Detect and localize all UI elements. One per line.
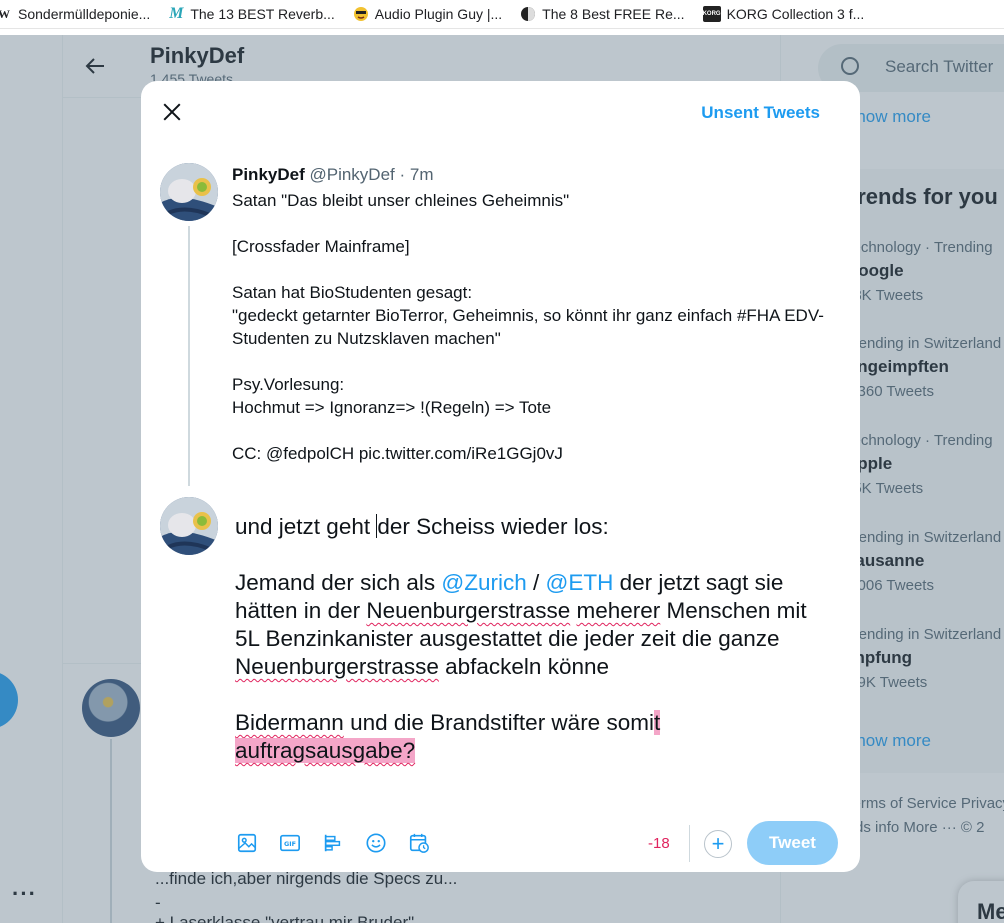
tweet-line: CC: @fedpolCH pic.twitter.com/iRe1GGj0vJ (232, 444, 563, 463)
korg-icon: KORG (702, 6, 721, 22)
svg-text:GIF: GIF (284, 840, 296, 848)
bookmark-item[interactable]: M The 13 BEST Reverb... (168, 5, 335, 22)
tweet-header: PinkyDef @PinkyDef · 7m (232, 165, 434, 185)
compose-text: / (526, 570, 546, 595)
author-handle[interactable]: @PinkyDef (309, 165, 394, 184)
over-limit-text: auftragsausgabe? (235, 738, 416, 763)
bookmark-label: The 8 Best FREE Re... (542, 6, 685, 22)
bookmark-item[interactable]: W Sondermülldeponie... (0, 6, 150, 22)
tweet-line (232, 350, 832, 373)
character-counter: -18 (648, 835, 670, 852)
bookmark-item[interactable]: The 8 Best FREE Re... (520, 6, 685, 22)
tweet-line: Satan hat BioStudenten gesagt: (232, 283, 473, 302)
bookmarks-bar: W Sondermülldeponie... M The 13 BEST Rev… (0, 0, 1004, 29)
over-limit-text: t (653, 710, 661, 735)
compose-dialog: Unsent Tweets PinkyDef @PinkyDef · 7m Sa… (141, 81, 860, 872)
emoji-icon[interactable] (364, 831, 388, 855)
tweet-line (232, 258, 832, 281)
plugin-guy-icon (353, 6, 369, 22)
compose-paragraph: Jemand der sich als @Zurich / @ETH der j… (235, 569, 825, 681)
poll-icon[interactable] (321, 831, 345, 855)
thread-line (188, 226, 190, 486)
m-logo-icon: M (169, 5, 184, 22)
divider (689, 825, 690, 862)
compose-text: Jemand der sich als (235, 570, 442, 595)
compose-blank-line (235, 681, 825, 709)
mention-link[interactable]: @ETH (545, 570, 613, 595)
schedule-icon[interactable] (407, 831, 431, 855)
circle-icon (520, 6, 536, 22)
tweet-text: Satan "Das bleibt unser chleines Geheimn… (232, 189, 832, 465)
compose-paragraph: Bidermann und die Brandstifter wäre somi… (235, 709, 825, 765)
compose-text: der Scheiss wieder los: (377, 514, 609, 539)
tweet-time: · 7m (399, 165, 434, 184)
bookmark-item[interactable]: KORG KORG Collection 3 f... (702, 6, 865, 22)
bookmark-label: KORG Collection 3 f... (726, 6, 865, 22)
compose-blank-line (235, 541, 825, 569)
author-name[interactable]: PinkyDef (232, 165, 305, 184)
avatar[interactable] (160, 497, 218, 555)
bookmark-item[interactable]: Audio Plugin Guy |... (353, 6, 502, 22)
mention-link[interactable]: @Zurich (441, 570, 526, 595)
compose-text: abfackeln könne (438, 654, 609, 679)
gif-icon[interactable]: GIF (278, 831, 302, 855)
tweet-compose-textarea[interactable]: und jetzt geht der Scheiss wieder los: J… (235, 513, 825, 765)
compose-line: und jetzt geht der Scheiss wieder los: (235, 513, 825, 541)
compose-toolbar: GIF -18 + Tweet (233, 821, 838, 865)
misspelled-word: Neuenburgerstrasse (366, 598, 571, 623)
image-icon[interactable] (235, 831, 259, 855)
wikipedia-icon: W (0, 6, 12, 22)
bookmark-label: The 13 BEST Reverb... (190, 6, 335, 22)
unsent-tweets-button[interactable]: Unsent Tweets (701, 103, 820, 123)
tweet-line: Hochmut => Ignoranz=> !(Regeln) => Tote (232, 398, 552, 417)
close-icon[interactable] (159, 99, 185, 125)
tweet-button[interactable]: Tweet (747, 821, 838, 865)
avatar[interactable] (160, 163, 218, 221)
misspelled-word: meherer (576, 598, 661, 623)
misspelled-word: Bidermann (235, 710, 344, 735)
tweet-line (232, 419, 832, 442)
tweet-line: [Crossfader Mainframe] (232, 237, 410, 256)
tweet-line: "gedeckt getarnter BioTerror, Geheimnis,… (232, 306, 824, 348)
bookmark-label: Audio Plugin Guy |... (374, 6, 503, 22)
tweet-line: Satan "Das bleibt unser chleines Geheimn… (232, 191, 570, 210)
misspelled-word: Neuenburgerstrasse (235, 654, 439, 679)
add-tweet-button[interactable]: + (704, 830, 732, 858)
compose-text: und die Brandstifter wäre somi (343, 710, 654, 735)
bookmark-label: Sondermülldeponie... (18, 6, 151, 22)
tweet-line: Psy.Vorlesung: (232, 375, 345, 394)
compose-text: und jetzt geht (235, 514, 377, 539)
tweet-line (232, 212, 832, 235)
